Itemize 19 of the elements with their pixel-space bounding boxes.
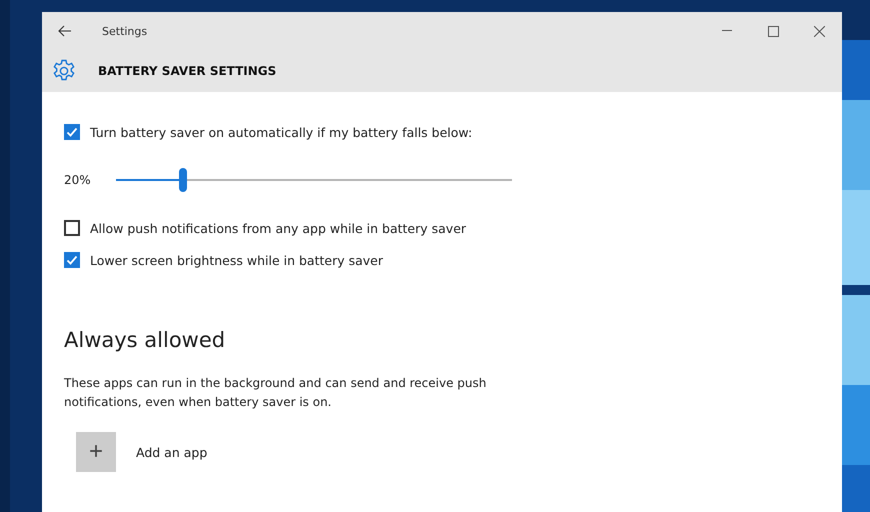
checkbox-label: Turn battery saver on automatically if my battery falls below: [90, 124, 472, 140]
checkbox[interactable] [64, 220, 80, 236]
checkbox[interactable] [64, 252, 80, 268]
section-heading: Always allowed [64, 328, 226, 352]
minimize-icon [722, 30, 732, 32]
checkbox-label: Allow push notifications from any app while in battery saver [90, 220, 466, 236]
section-description: These apps can run in the background and can send and receive push notifications, even when battery saver is on. [64, 375, 488, 411]
window-title: Settings [102, 24, 148, 38]
checkbox-label: Lower screen brightness while in battery saver [90, 252, 383, 268]
settings-icon [52, 59, 76, 83]
maximize-icon [768, 26, 778, 36]
slider-thumb[interactable] [179, 168, 188, 192]
slider-value: 20% [64, 173, 92, 187]
close-icon [814, 26, 824, 36]
add-app-button[interactable]: + [76, 432, 116, 472]
page-title: BATTERY SAVER SETTINGS [98, 64, 276, 78]
back-icon [58, 25, 72, 37]
checkbox[interactable] [64, 124, 80, 140]
add-app-label[interactable]: Add an app [136, 444, 208, 460]
